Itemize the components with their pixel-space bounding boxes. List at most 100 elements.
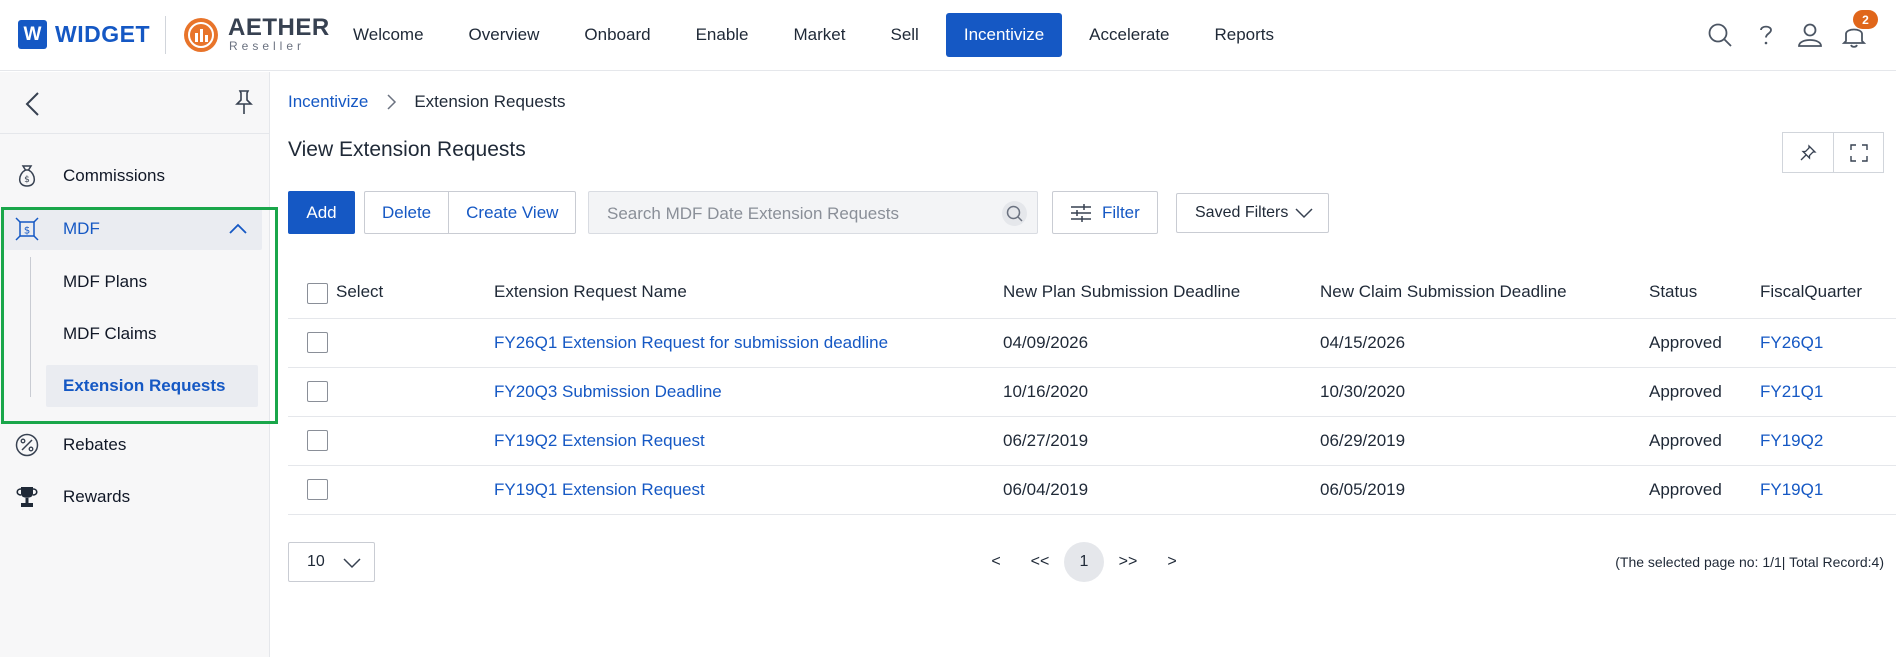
percent-badge-icon	[15, 433, 39, 457]
chevron-right-icon	[387, 94, 397, 110]
nav-onboard[interactable]: Onboard	[566, 13, 668, 57]
status-cell: Approved	[1649, 431, 1722, 450]
top-bar: W WIDGET AETHER Reseller Welcome Overvie…	[0, 0, 1896, 71]
chevron-down-icon	[1295, 208, 1313, 219]
filter-label: Filter	[1102, 202, 1140, 222]
row-checkbox[interactable]	[307, 430, 328, 451]
create-view-button[interactable]: Create View	[448, 192, 575, 233]
row-checkbox[interactable]	[307, 381, 328, 402]
table-row: FY19Q1 Extension Request 06/04/2019 06/0…	[288, 466, 1896, 515]
aether-logo-icon	[184, 18, 218, 52]
sidebar-divider	[0, 133, 270, 134]
breadcrumb-current: Extension Requests	[414, 92, 566, 111]
nav-overview[interactable]: Overview	[451, 13, 558, 57]
widget-logo-mark[interactable]: W	[18, 20, 47, 49]
sidebar-label-commissions: Commissions	[63, 166, 166, 185]
fiscal-quarter-link[interactable]: FY19Q2	[1760, 431, 1823, 451]
sidebar-item-extension-requests[interactable]: Extension Requests	[46, 365, 258, 407]
nav-sell[interactable]: Sell	[872, 13, 936, 57]
toolbar: Add Delete Create View Filter Save	[288, 191, 1888, 235]
sidebar-item-mdf-plans[interactable]: MDF Plans	[46, 261, 258, 303]
status-cell: Approved	[1649, 382, 1722, 401]
header-status[interactable]: Status	[1649, 282, 1697, 302]
aether-logo-text: AETHER	[228, 14, 330, 41]
back-arrow-icon[interactable]	[22, 90, 44, 118]
request-name-link[interactable]: FY19Q2 Extension Request	[494, 431, 705, 451]
claim-deadline-cell: 04/15/2026	[1320, 333, 1406, 352]
claim-deadline-cell: 10/30/2020	[1320, 382, 1406, 401]
header-fiscal-quarter[interactable]: FiscalQuarter	[1760, 282, 1862, 302]
help-icon[interactable]	[1753, 22, 1779, 48]
next-page-button[interactable]: >	[1152, 542, 1192, 582]
status-cell: Approved	[1649, 480, 1722, 499]
nav-reports[interactable]: Reports	[1197, 13, 1293, 57]
search-submit-icon[interactable]	[1002, 201, 1027, 226]
filter-button[interactable]: Filter	[1052, 191, 1158, 234]
claim-deadline-cell: 06/05/2019	[1320, 480, 1406, 499]
fiscal-quarter-link[interactable]: FY26Q1	[1760, 333, 1823, 353]
header-plan-deadline[interactable]: New Plan Submission Deadline	[1003, 282, 1240, 302]
search-input[interactable]	[607, 203, 987, 225]
sidebar-label-rebates: Rebates	[63, 435, 127, 454]
request-name-link[interactable]: FY19Q1 Extension Request	[494, 480, 705, 500]
breadcrumb-incentivize[interactable]: Incentivize	[288, 92, 368, 112]
chevron-up-icon[interactable]	[228, 219, 248, 239]
saved-filters-dropdown[interactable]: Saved Filters	[1176, 193, 1329, 233]
add-button[interactable]: Add	[288, 191, 355, 234]
row-checkbox[interactable]	[307, 332, 328, 353]
chevron-down-icon	[343, 558, 361, 569]
nav-market[interactable]: Market	[776, 13, 864, 57]
request-name-link[interactable]: FY20Q3 Submission Deadline	[494, 382, 722, 402]
nav-accelerate[interactable]: Accelerate	[1071, 13, 1187, 57]
main-nav: Welcome Overview Onboard Enable Market S…	[335, 13, 1301, 57]
table-header: Select Extension Request Name New Plan S…	[288, 267, 1896, 319]
nav-incentivize[interactable]: Incentivize	[945, 13, 1063, 57]
nav-enable[interactable]: Enable	[678, 13, 767, 57]
fiscal-quarter-link[interactable]: FY19Q1	[1760, 480, 1823, 500]
submenu-tree-line	[30, 257, 31, 397]
select-all-checkbox[interactable]	[307, 283, 328, 304]
search-icon[interactable]	[1707, 22, 1733, 48]
status-cell: Approved	[1649, 333, 1722, 352]
sidebar-item-commissions[interactable]: $ Commissions	[0, 155, 270, 197]
claim-deadline-cell: 06/29/2019	[1320, 431, 1406, 450]
view-tools	[1782, 132, 1884, 173]
user-icon[interactable]	[1797, 22, 1823, 48]
sidebar-label-mdf: MDF	[63, 219, 100, 238]
table-row: FY26Q1 Extension Request for submission …	[288, 319, 1896, 368]
sidebar-item-rebates[interactable]: Rebates	[0, 424, 270, 466]
plan-deadline-cell: 06/04/2019	[1003, 480, 1089, 499]
header-name[interactable]: Extension Request Name	[494, 282, 687, 302]
sidebar-item-mdf-claims[interactable]: MDF Claims	[46, 313, 258, 355]
sidebar-item-rewards[interactable]: Rewards	[0, 476, 270, 518]
money-bag-icon: $	[18, 165, 36, 187]
pin-icon	[1800, 143, 1817, 160]
prev-page-button[interactable]: <	[976, 542, 1016, 582]
notification-badge: 2	[1853, 10, 1878, 29]
svg-text:$: $	[24, 175, 30, 185]
breadcrumb: Incentivize Extension Requests	[288, 92, 566, 112]
plan-deadline-cell: 10/16/2020	[1003, 382, 1089, 401]
row-checkbox[interactable]	[307, 479, 328, 500]
nav-welcome[interactable]: Welcome	[335, 13, 442, 57]
pin-view-button[interactable]	[1783, 133, 1833, 172]
pin-sidebar-icon[interactable]	[232, 88, 256, 116]
header-claim-deadline[interactable]: New Claim Submission Deadline	[1320, 282, 1567, 302]
fiscal-quarter-link[interactable]: FY21Q1	[1760, 382, 1823, 402]
page-size-select[interactable]: 10	[288, 542, 375, 582]
last-page-button[interactable]: >>	[1108, 542, 1148, 582]
page-title: View Extension Requests	[288, 138, 526, 161]
sidebar: $ Commissions $ MDF MDF Plans MDF Claims…	[0, 72, 270, 657]
saved-filters-label: Saved Filters	[1195, 204, 1289, 221]
current-page-button[interactable]: 1	[1064, 542, 1104, 582]
first-page-button[interactable]: <<	[1020, 542, 1060, 582]
request-name-link[interactable]: FY26Q1 Extension Request for submission …	[494, 333, 888, 353]
delete-button[interactable]: Delete	[365, 192, 448, 233]
svg-text:$: $	[24, 226, 30, 237]
table-row: FY19Q2 Extension Request 06/27/2019 06/2…	[288, 417, 1896, 466]
widget-logo-text[interactable]: WIDGET	[55, 21, 150, 48]
fullscreen-button[interactable]	[1833, 133, 1883, 172]
pagination-info: (The selected page no: 1/1| Total Record…	[1615, 554, 1884, 570]
sliders-icon	[1071, 204, 1091, 222]
sidebar-item-mdf[interactable]: $ MDF	[4, 208, 262, 250]
